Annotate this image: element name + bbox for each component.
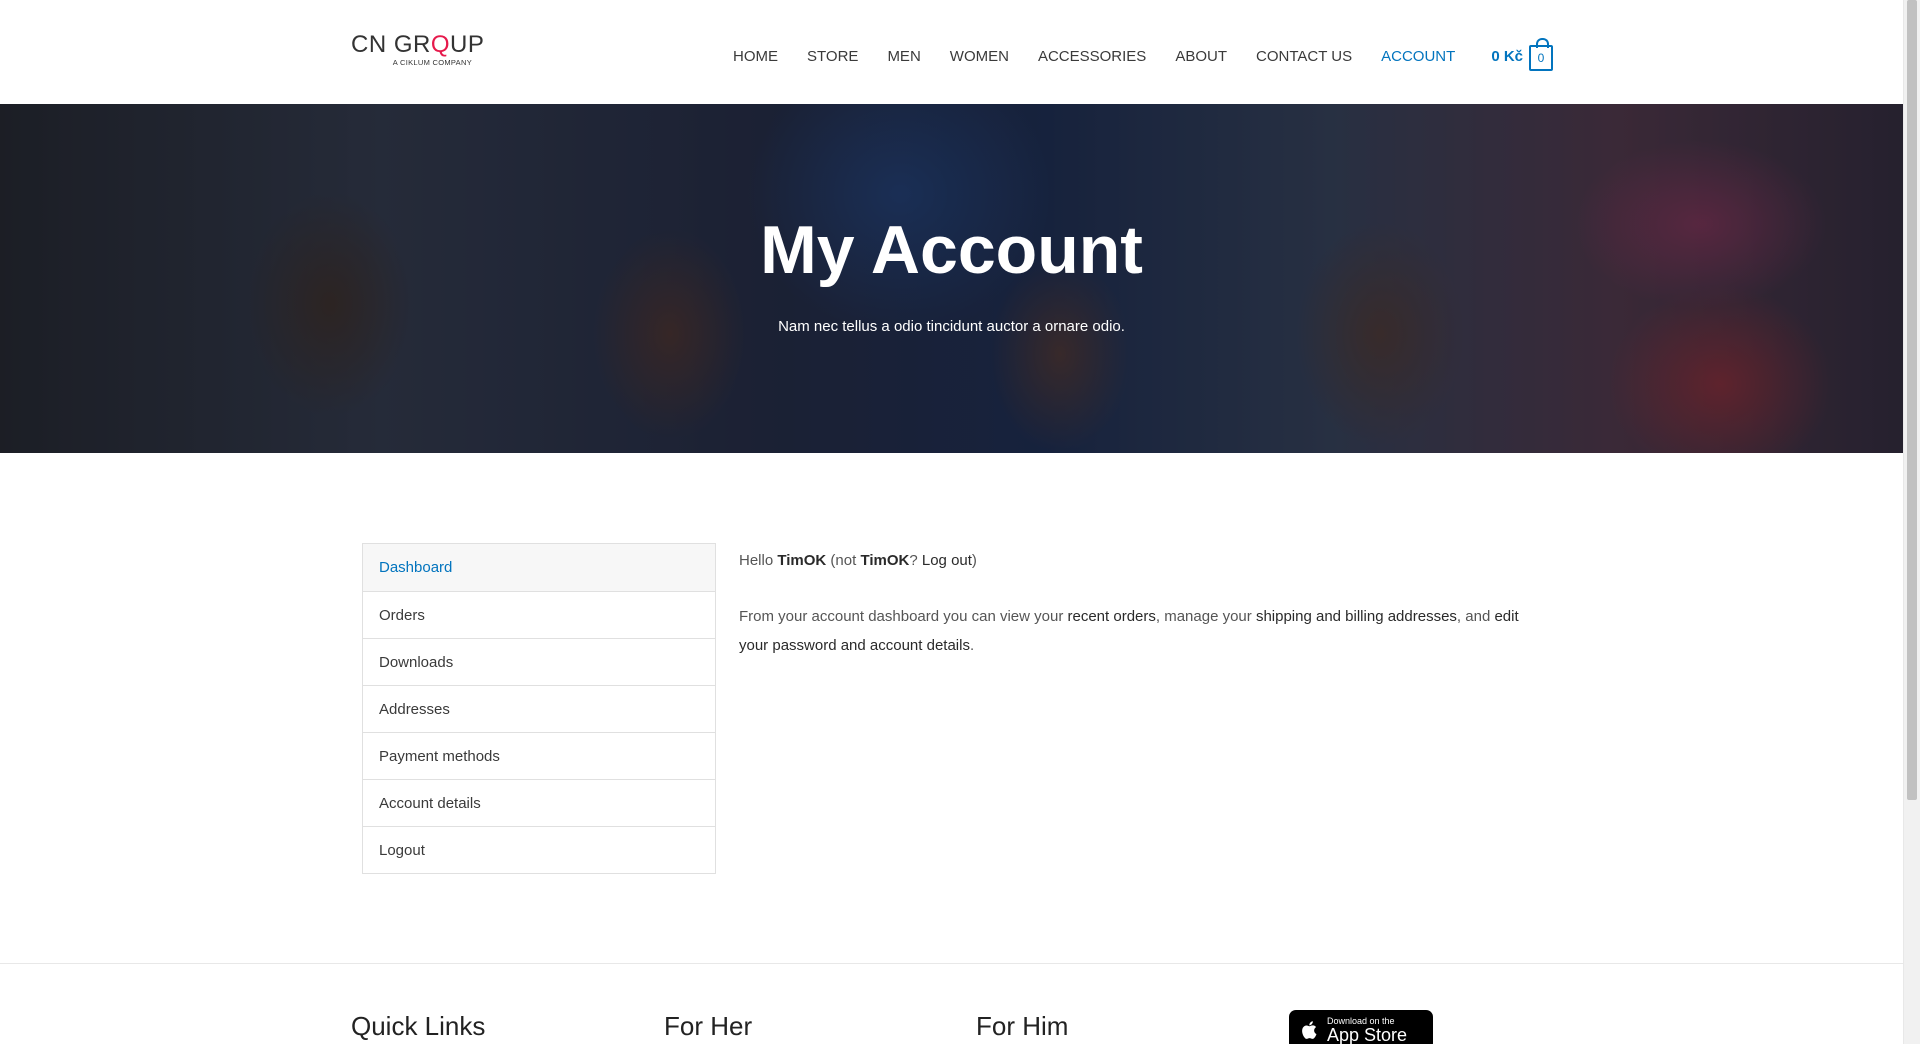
footer-heading-for-him: For Him (976, 1011, 1069, 1041)
page-title: My Account (760, 212, 1143, 288)
page: CN GRQUP A CIKLUM COMPANY HOME STORE MEN… (0, 0, 1903, 1044)
account-navigation: Dashboard Orders Downloads Addresses Pay… (362, 543, 716, 874)
username: TimOK (777, 552, 827, 569)
account-nav-payment-methods[interactable]: Payment methods (363, 732, 715, 779)
logout-link[interactable]: Log out (922, 552, 972, 569)
account-nav-addresses[interactable]: Addresses (363, 685, 715, 732)
footer-heading-for-her: For Her (664, 1011, 753, 1041)
site-footer: Quick Links For Her For Him Download on … (0, 963, 1903, 1044)
recent-orders-link[interactable]: recent orders (1068, 608, 1156, 625)
account-dashboard-content: Hello TimOK (not TimOK? Log out) From yo… (739, 546, 1519, 660)
cart-count: 0 (1537, 51, 1545, 65)
apple-icon (1302, 1021, 1317, 1039)
nav-item-home[interactable]: HOME (733, 48, 778, 65)
account-nav-orders[interactable]: Orders (363, 591, 715, 638)
username-repeat: TimOK (860, 552, 910, 569)
nav-item-accessories[interactable]: ACCESSORIES (1038, 48, 1146, 65)
scrollbar-thumb[interactable] (1907, 0, 1917, 800)
main-navigation: HOME STORE MEN WOMEN ACCESSORIES ABOUT C… (704, 38, 1553, 71)
account-nav-logout[interactable]: Logout (363, 826, 715, 873)
nav-item-women[interactable]: WOMEN (950, 48, 1009, 65)
greeting-text: Hello TimOK (not TimOK? Log out) (739, 552, 977, 569)
nav-item-about[interactable]: ABOUT (1175, 48, 1227, 65)
cart-button[interactable]: 0 Kč 0 (1491, 38, 1553, 71)
site-header: CN GRQUP A CIKLUM COMPANY HOME STORE MEN… (0, 0, 1903, 104)
account-nav-dashboard[interactable]: Dashboard (363, 544, 715, 591)
nav-item-store[interactable]: STORE (807, 48, 858, 65)
site-logo[interactable]: CN GRQUP A CIKLUM COMPANY (351, 31, 485, 69)
nav-item-account[interactable]: ACCOUNT (1381, 48, 1455, 65)
page-subtitle: Nam nec tellus a odio tincidunt auctor a… (778, 318, 1125, 335)
nav-item-men[interactable]: MEN (887, 48, 920, 65)
app-store-badge[interactable]: Download on the App Store (1289, 1010, 1433, 1044)
hero-banner: My Account Nam nec tellus a odio tincidu… (0, 104, 1903, 453)
account-nav-downloads[interactable]: Downloads (363, 638, 715, 685)
dashboard-description: From your account dashboard you can view… (739, 608, 1519, 654)
footer-heading-quick-links: Quick Links (351, 1011, 486, 1041)
account-nav-account-details[interactable]: Account details (363, 779, 715, 826)
shopping-bag-icon: 0 (1529, 38, 1553, 71)
addresses-link[interactable]: shipping and billing addresses (1256, 608, 1457, 625)
vertical-scrollbar[interactable] (1903, 0, 1920, 1044)
appstore-big-text: App Store (1327, 1024, 1408, 1044)
nav-item-contact-us[interactable]: CONTACT US (1256, 48, 1352, 65)
logo-tagline: A CIKLUM COMPANY (392, 58, 472, 67)
cart-total: 0 Kč (1491, 47, 1523, 65)
logo-wordmark: CN GRQUP (351, 31, 485, 58)
